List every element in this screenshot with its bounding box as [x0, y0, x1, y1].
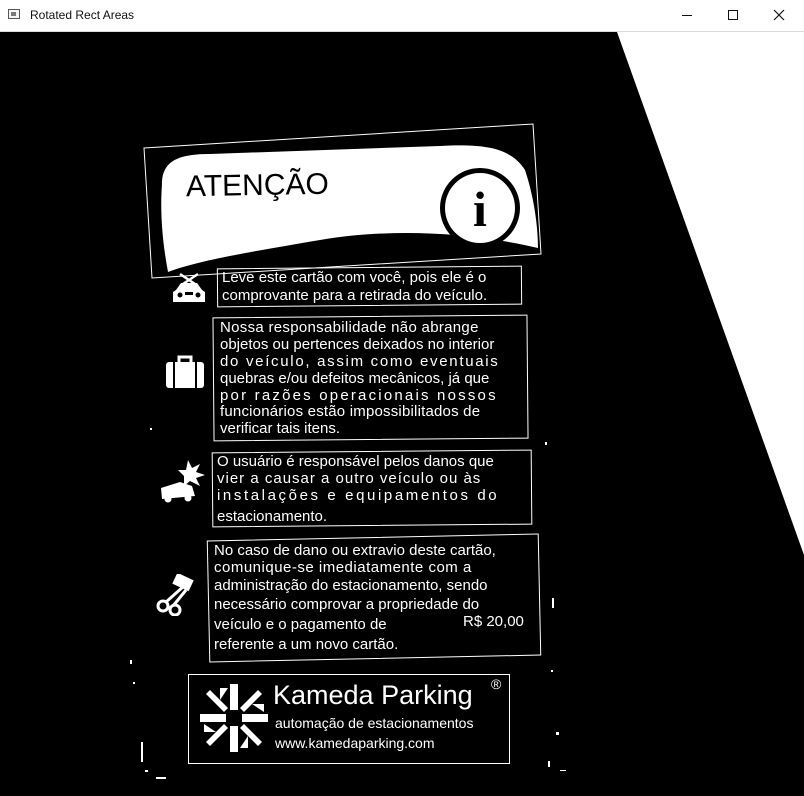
- brand-url: www.kamedaparking.com: [275, 735, 435, 751]
- app-icon: [8, 9, 20, 19]
- notice-belongings-line-2: objetos ou pertences deixados no interio…: [220, 336, 495, 353]
- notice-lost-price: R$ 20,00: [463, 613, 524, 630]
- notice-lost-line-3: administração do estacionamento, sendo: [214, 577, 488, 594]
- notice-lost-line-4: necessário comprovar a propriedade do: [214, 596, 480, 613]
- maximize-icon: [728, 10, 738, 20]
- notice-damages-line-2: vier a causar a outro veículo ou às: [217, 470, 482, 487]
- kameda-logo-icon: [200, 684, 268, 752]
- attention-heading: ATENÇÃO: [185, 167, 330, 204]
- notice-lost-line-5: veículo e o pagamento de: [214, 616, 387, 633]
- notice-ticket-line-2: comprovante para a retirada do veículo.: [222, 287, 488, 304]
- notice-belongings-line-4: quebras e/ou defeitos mecânicos, já que: [220, 370, 490, 387]
- brand-name: Kameda Parking: [273, 680, 473, 710]
- notice-belongings-line-3: do veículo, assim como eventuais: [220, 353, 500, 370]
- notice-damages-line-1: O usuário é responsável pelos danos que: [217, 453, 494, 470]
- notice-damages-line-3: instalações e equipamentos do: [217, 487, 500, 504]
- window-title: Rotated Rect Areas: [30, 8, 135, 22]
- title-bar: Rotated Rect Areas: [0, 0, 804, 32]
- car-crash-icon: [161, 460, 205, 503]
- minimize-button[interactable]: [664, 0, 710, 31]
- maximize-button[interactable]: [710, 0, 756, 31]
- notice-damages-line-4: estacionamento.: [217, 508, 328, 525]
- notice-lost-line-2: comunique-se imediatamente com a: [214, 559, 472, 576]
- registered-mark: ®: [491, 676, 502, 692]
- notice-belongings-line-5: por razões operacionais nossos: [220, 387, 498, 404]
- notice-lost-line-6: referente a um novo cartão.: [214, 636, 399, 653]
- notice-belongings-line-7: verificar tais itens.: [220, 420, 341, 437]
- notice-lost-line-1: No caso de dano ou extravio deste cartão…: [214, 542, 496, 559]
- notice-ticket-line-1: Leve este cartão com você, pois ele é o: [222, 269, 487, 286]
- brand-tagline: automação de estacionamentos: [275, 715, 474, 731]
- info-icon: i: [473, 181, 487, 237]
- car-icon: [173, 272, 205, 302]
- image-canvas: i ATENÇÃO Leve este cartão com você, poi…: [0, 32, 804, 796]
- notice-belongings-line-6: funcionários estão impossibilitados de: [220, 403, 481, 420]
- scissors-card-icon: [156, 574, 194, 616]
- minimize-icon: [682, 15, 692, 16]
- close-button[interactable]: [756, 0, 802, 31]
- notice-belongings-line-1: Nossa responsabilidade não abrange: [220, 319, 479, 336]
- close-icon: [773, 9, 785, 21]
- suitcase-icon: [166, 355, 204, 388]
